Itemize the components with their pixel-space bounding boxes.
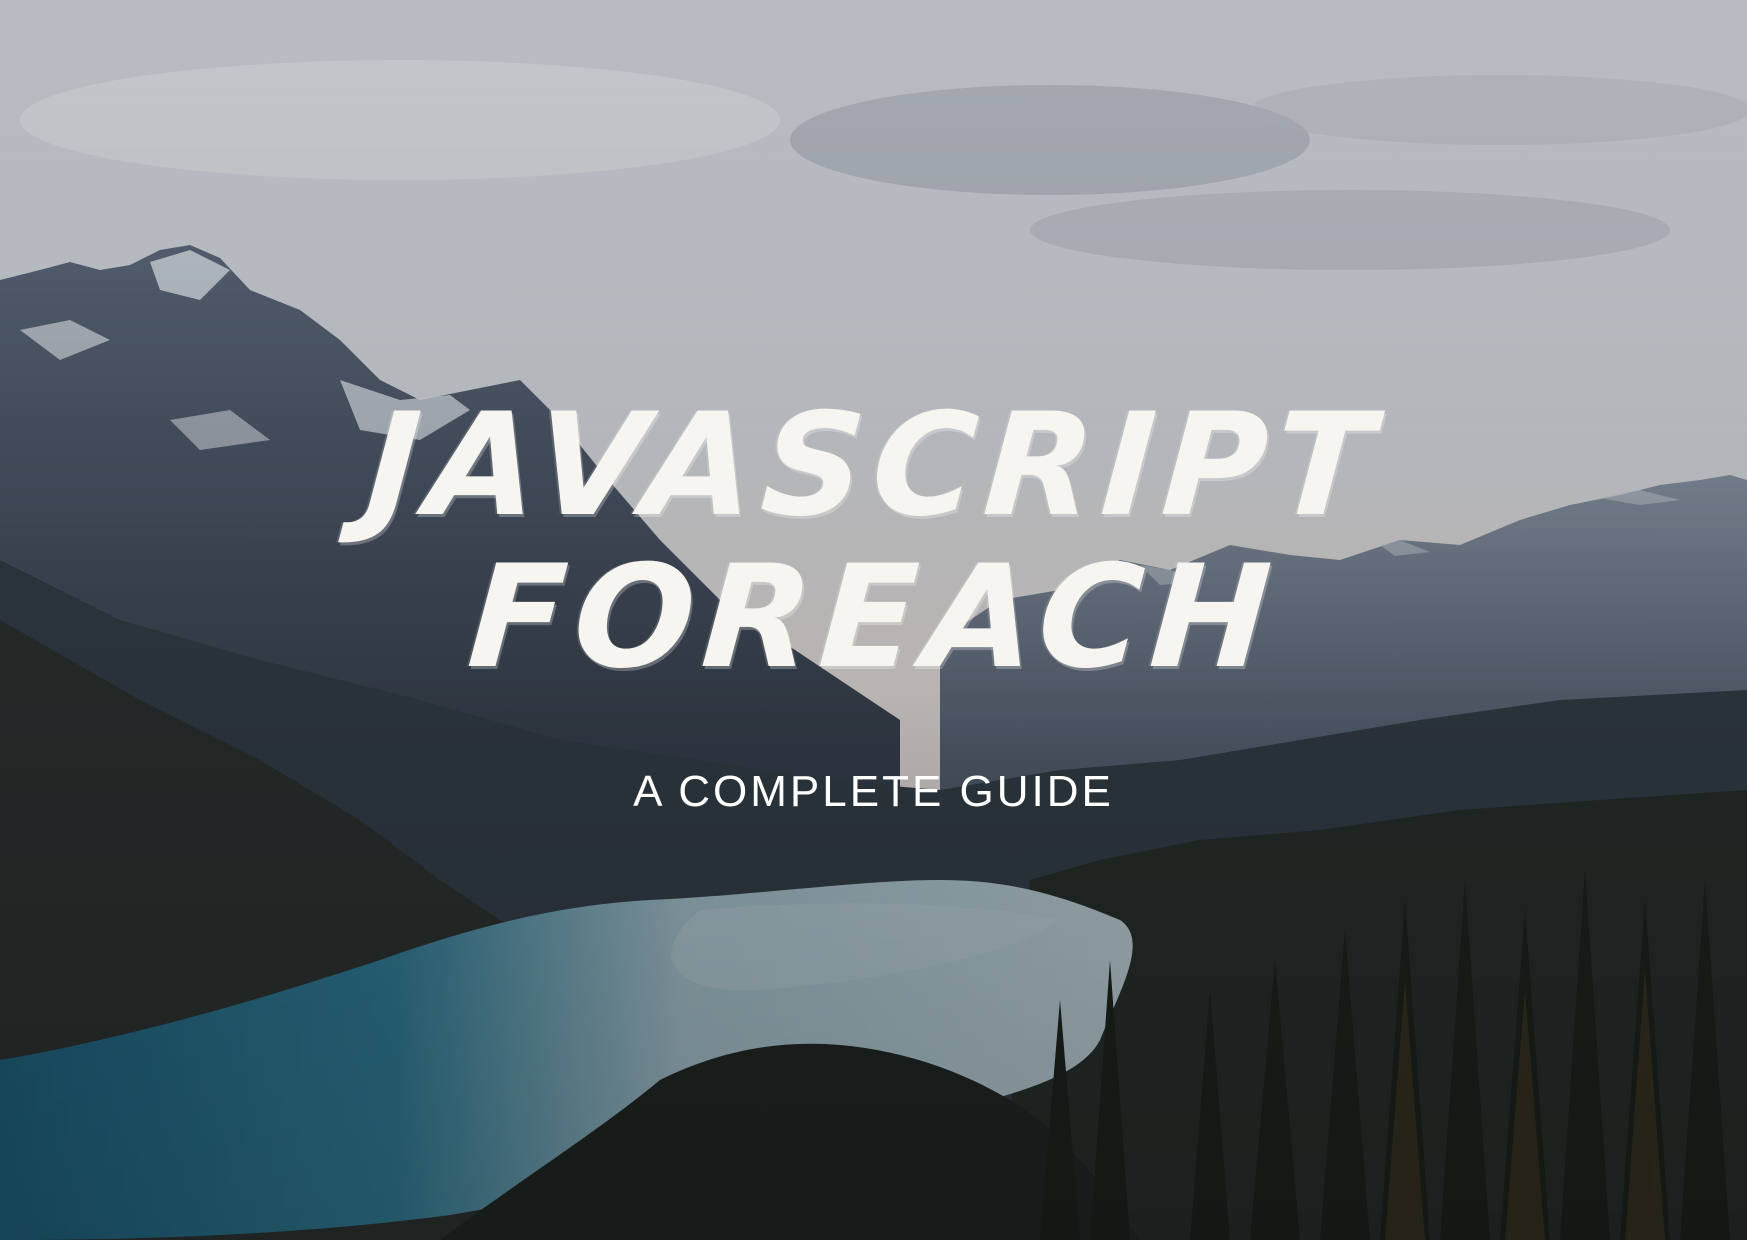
cover-image: JAVASCRIPT FOREACH A COMPLETE GUIDE: [0, 0, 1747, 1240]
title-line-2: FOREACH: [463, 535, 1284, 700]
title-line-1: JAVASCRIPT: [361, 383, 1386, 548]
title-block: JAVASCRIPT FOREACH A COMPLETE GUIDE: [0, 383, 1747, 817]
subtitle: A COMPLETE GUIDE: [633, 767, 1114, 816]
